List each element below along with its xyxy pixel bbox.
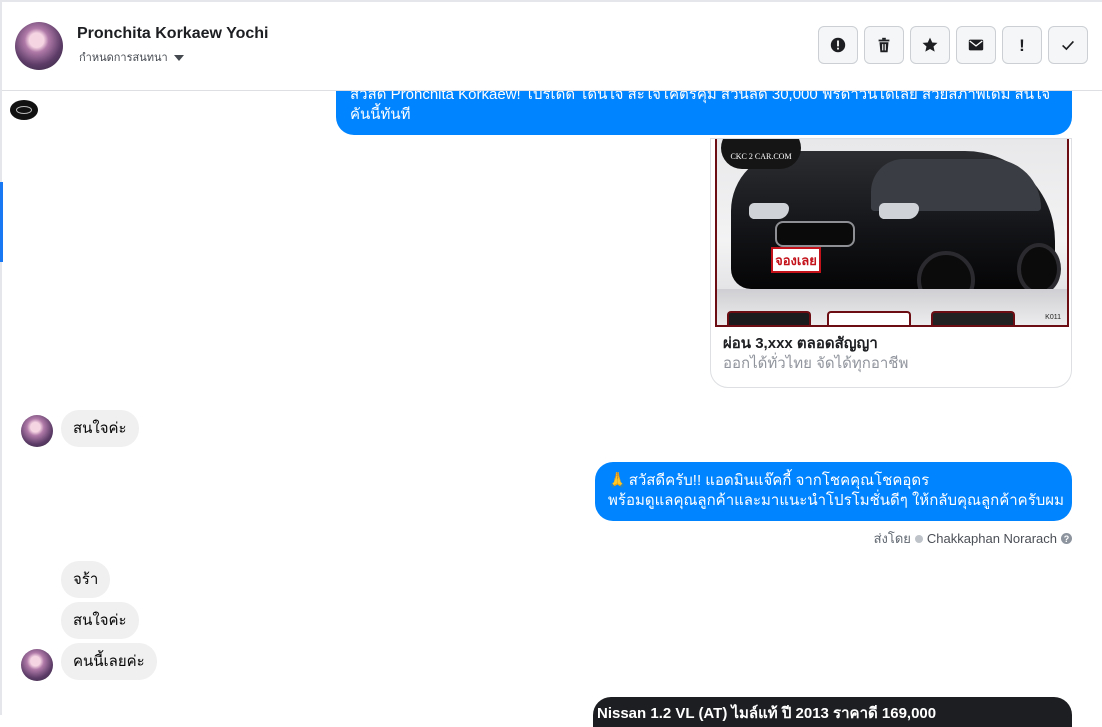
- sent-by-name[interactable]: Chakkaphan Norarach: [927, 531, 1057, 546]
- message-text-line: 🙏 สวัสดีครับ!! แอดมินแจ๊คกี้ จากโชคคุณโชค…: [608, 471, 1060, 491]
- outgoing-message[interactable]: 🙏 สวัสดีครับ!! แอดมินแจ๊คกี้ จากโชคคุณโชค…: [595, 462, 1072, 521]
- mark-done-button[interactable]: [1048, 26, 1088, 64]
- message-text: Nissan 1.2 VL (AT) ไมล์แท้ ปี 2013 ราคาด…: [597, 705, 937, 722]
- star-icon: [922, 37, 938, 52]
- envelope-icon: [968, 39, 984, 51]
- message-text-line: พร้อมดูแลคุณลูกค้าและมาแนะนำโปรโมชั่นดีๆ…: [608, 492, 1064, 509]
- mark-spam-button[interactable]: [818, 26, 858, 64]
- star-button[interactable]: [910, 26, 950, 64]
- active-conversation-indicator: [0, 182, 3, 262]
- sent-by-info: ส่งโดย Chakkaphan Norarach ?: [874, 528, 1072, 549]
- outgoing-message-partial[interactable]: Nissan 1.2 VL (AT) ไมล์แท้ ปี 2013 ราคาด…: [593, 697, 1072, 727]
- card-subtitle: ออกได้ทั่วไทย จัดได้ทุกอาชีพ: [723, 355, 909, 372]
- help-icon[interactable]: ?: [1061, 533, 1072, 544]
- header-actions: !: [818, 26, 1088, 64]
- assign-conversation-label: กำหนดการสนทนา: [79, 52, 168, 64]
- message-text: สวัสดีครับ!! แอดมินแจ๊คกี้ จากโชคคุณโชคอ…: [628, 472, 930, 489]
- message-text-line: คันนี้ทันที: [350, 106, 411, 123]
- follow-up-button[interactable]: !: [1002, 26, 1042, 64]
- verified-icon: [914, 534, 923, 543]
- book-now-tag: จองเลย: [771, 247, 821, 273]
- trash-icon: [878, 37, 890, 53]
- window-left-border: [0, 0, 2, 715]
- incoming-message[interactable]: สนใจค่ะ: [61, 410, 139, 447]
- praying-hands-icon: 🙏: [608, 472, 627, 489]
- image-thumbnails: [727, 311, 1067, 325]
- exclamation-icon: !: [1019, 35, 1025, 55]
- caret-down-icon: [173, 54, 184, 61]
- contact-avatar[interactable]: [15, 22, 63, 70]
- delete-button[interactable]: [864, 26, 904, 64]
- alert-circle-icon: [830, 37, 846, 53]
- contact-avatar-small[interactable]: [21, 415, 53, 447]
- incoming-message[interactable]: สนใจค่ะ: [61, 602, 139, 639]
- page-logo-avatar: [10, 100, 38, 120]
- incoming-message[interactable]: จร้า: [61, 561, 111, 598]
- conversation-header: Pronchita Korkaew Yochi กำหนดการสนทนา !: [2, 2, 1102, 91]
- product-card[interactable]: CKC 2 CAR.COM จองเลย K011 ผ่อน 3,xxx ตลอ…: [710, 138, 1072, 388]
- mark-unread-button[interactable]: [956, 26, 996, 64]
- car-image: CKC 2 CAR.COM จองเลย K011: [715, 139, 1069, 327]
- brand-logo: CKC 2 CAR.COM: [721, 139, 801, 169]
- sent-by-label: ส่งโดย: [873, 531, 911, 546]
- incoming-message[interactable]: คนนี้เลยค่ะ: [61, 643, 157, 680]
- contact-name[interactable]: Pronchita Korkaew Yochi: [77, 25, 268, 43]
- assign-conversation-dropdown[interactable]: กำหนดการสนทนา: [79, 48, 184, 66]
- contact-avatar-small[interactable]: [21, 649, 53, 681]
- check-icon: [1062, 40, 1074, 51]
